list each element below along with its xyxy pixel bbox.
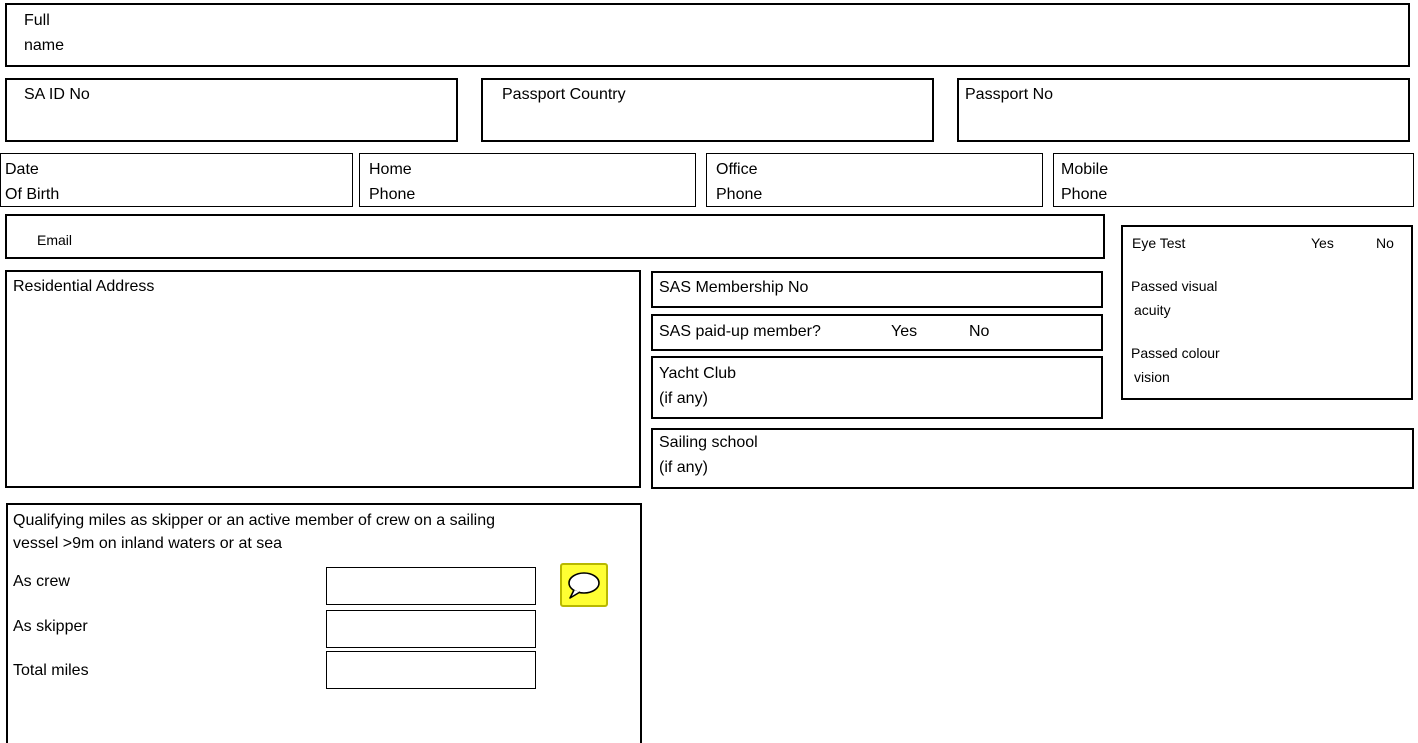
mobile-phone-field[interactable]: Mobile Phone: [1053, 153, 1414, 207]
miles-heading-line1: Qualifying miles as skipper or an active…: [13, 512, 495, 529]
passport-country-label: Passport Country: [502, 86, 626, 103]
total-miles-input[interactable]: [326, 651, 536, 689]
colour-vision-label-line2: vision: [1134, 369, 1170, 385]
comment-bubble-icon[interactable]: [560, 563, 608, 607]
visual-acuity-label-line1: Passed visual: [1131, 278, 1218, 294]
miles-heading-line2: vessel >9m on inland waters or at sea: [13, 535, 283, 552]
eye-test-yes-header: Yes: [1311, 235, 1334, 251]
full-name-label-line1: Full: [24, 12, 50, 29]
total-miles-label: Total miles: [13, 662, 89, 679]
sailing-school-label-line1: Sailing school: [659, 434, 758, 451]
colour-vision-label-line1: Passed colour: [1131, 345, 1220, 361]
sas-paid-up-no[interactable]: No: [969, 322, 989, 342]
yacht-club-label-line1: Yacht Club: [659, 365, 737, 382]
mobile-phone-label-line2: Phone: [1061, 186, 1108, 203]
eye-test-title: Eye Test: [1132, 235, 1186, 251]
sas-membership-label: SAS Membership No: [659, 279, 809, 296]
home-phone-field[interactable]: Home Phone: [359, 153, 696, 207]
residential-address-label: Residential Address: [13, 278, 155, 295]
sas-paid-up-yes[interactable]: Yes: [891, 322, 917, 342]
eye-test-panel: Eye Test Yes No Passed visual acuity Pas…: [1121, 225, 1413, 400]
office-phone-label-line2: Phone: [716, 186, 763, 203]
office-phone-label-line1: Office: [716, 161, 758, 178]
mobile-phone-label-line1: Mobile: [1061, 161, 1109, 178]
dob-label-line1: Date: [5, 161, 39, 178]
sailing-school-field[interactable]: Sailing school (if any): [651, 428, 1414, 489]
home-phone-label-line1: Home: [369, 161, 412, 178]
sa-id-label: SA ID No: [24, 86, 90, 103]
sas-membership-field[interactable]: SAS Membership No: [651, 271, 1103, 308]
passport-no-field[interactable]: Passport No: [957, 78, 1410, 142]
full-name-field[interactable]: Full name: [5, 3, 1410, 67]
dob-label-line2: Of Birth: [5, 186, 60, 203]
as-crew-label: As crew: [13, 573, 70, 590]
passport-no-label: Passport No: [965, 86, 1054, 103]
dob-field[interactable]: Date Of Birth: [0, 153, 353, 207]
email-label: Email: [37, 232, 73, 248]
as-skipper-label: As skipper: [13, 618, 88, 635]
sa-id-field[interactable]: SA ID No: [5, 78, 458, 142]
sailing-school-label-line2: (if any): [659, 459, 708, 476]
visual-acuity-label-line2: acuity: [1134, 302, 1171, 318]
office-phone-field[interactable]: Office Phone: [706, 153, 1043, 207]
skipper-miles-input[interactable]: [326, 610, 536, 648]
yacht-club-label-line2: (if any): [659, 390, 708, 407]
sas-paid-up-label: SAS paid-up member?: [659, 323, 821, 340]
eye-test-no-header: No: [1376, 235, 1394, 251]
email-field[interactable]: Email: [5, 214, 1105, 259]
full-name-label-line2: name: [24, 37, 65, 54]
crew-miles-input[interactable]: [326, 567, 536, 605]
home-phone-label-line2: Phone: [369, 186, 416, 203]
yacht-club-field[interactable]: Yacht Club (if any): [651, 356, 1103, 419]
qualifying-miles-panel: Qualifying miles as skipper or an active…: [6, 503, 642, 743]
sas-paid-up-field[interactable]: SAS paid-up member? Yes No: [651, 314, 1103, 351]
residential-address-field[interactable]: Residential Address: [5, 270, 641, 488]
passport-country-field[interactable]: Passport Country: [481, 78, 934, 142]
